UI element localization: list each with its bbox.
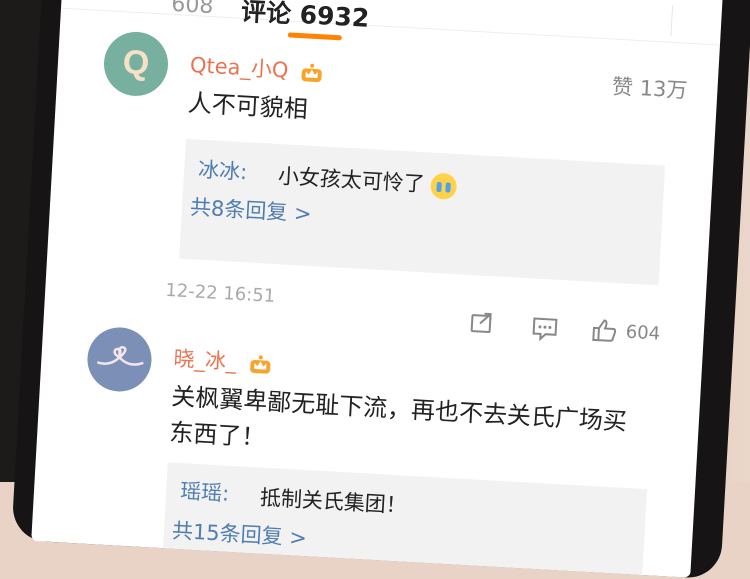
tab-divider: [670, 5, 724, 39]
view-replies-link[interactable]: 共15条回复 >: [171, 515, 307, 552]
comment-timestamp: 12-22 16:51: [164, 279, 276, 308]
reply-preview[interactable]: 冰冰: 小女孩太可怜了 共8条回复 >: [179, 138, 666, 286]
phone-screen: 608 评论 6932 Q Qtea_小Q 赞 13万 人不可貌相 冰冰: 小女…: [31, 0, 724, 578]
reply-preview[interactable]: 瑶瑶: 抵制关氏集团！ 共15条回复 >: [162, 462, 648, 578]
avatar[interactable]: [85, 325, 154, 394]
crying-emoji-icon: [429, 172, 458, 200]
reply-text: 抵制关氏集团！: [259, 485, 408, 518]
vip-crown-icon: [249, 355, 271, 374]
share-icon[interactable]: [470, 311, 495, 334]
comment-username[interactable]: 晓_冰_: [173, 343, 272, 378]
avatar[interactable]: Q: [102, 30, 170, 98]
username-text: 晓_冰_: [172, 346, 238, 374]
comment-text: 人不可貌相: [187, 88, 309, 124]
reply-text-line: 小女孩太可怜了: [277, 160, 458, 200]
comment-like-count[interactable]: 赞 13万: [611, 71, 688, 105]
tab-active-indicator: [287, 32, 342, 41]
heart-ribbon-icon: [96, 346, 144, 366]
username-text: Qtea_小Q: [189, 52, 290, 83]
tab-bar: 608 评论 6932: [60, 0, 724, 46]
view-replies-link[interactable]: 共8条回复 >: [189, 191, 312, 228]
reply-text: 小女孩太可怜了: [277, 164, 426, 197]
tab-comments[interactable]: 评论 6932: [240, 0, 370, 35]
reply-username[interactable]: 冰冰:: [197, 154, 248, 187]
tab-reposts[interactable]: 608: [171, 0, 214, 19]
like-icon[interactable]: [591, 318, 618, 343]
avatar-letter: Q: [121, 43, 151, 83]
like-count[interactable]: 604: [625, 322, 660, 345]
phone-frame: 608 评论 6932 Q Qtea_小Q 赞 13万 人不可貌相 冰冰: 小女…: [11, 0, 750, 579]
comment-icon[interactable]: [531, 316, 558, 342]
reply-username[interactable]: 瑶瑶:: [179, 475, 230, 508]
comment-username[interactable]: Qtea_小Q: [189, 49, 324, 86]
vip-crown-icon: [301, 63, 323, 83]
comment-text: 关枫翼卑鄙无耻下流，再也不去关氏广场买 东西了！: [168, 382, 628, 452]
